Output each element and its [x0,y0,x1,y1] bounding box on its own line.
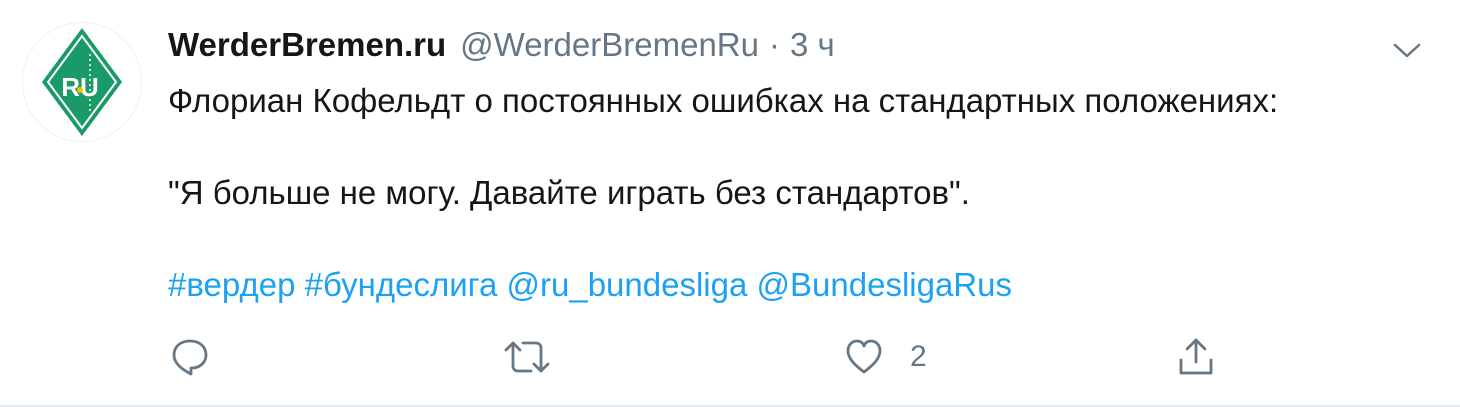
avatar-logo: RU [42,28,122,136]
tweet-actions: 2 [168,334,1228,380]
timestamp[interactable]: 3 ч [790,22,835,68]
hashtag-link[interactable]: #бундеслига [305,266,498,303]
reply-button[interactable] [170,334,210,380]
retweet-button[interactable] [504,334,550,380]
mention-link[interactable]: @ru_bundesliga [507,266,748,303]
display-name[interactable]: WerderBremen.ru [168,22,446,68]
like-count: 2 [910,340,927,373]
retweet-icon [504,341,550,373]
mention-link[interactable]: @BundesligaRus [757,266,1012,303]
tweet-text-line: Флориан Кофельдт о постоянных ошибках на… [168,82,1279,119]
reply-icon [172,339,208,376]
tweet-text-line: "Я больше не могу. Давайте играть без ст… [168,174,970,211]
tweet-text: Флориан Кофельдт о постоянных ошибках на… [168,78,1430,262]
chevron-down-icon [1393,43,1421,58]
hashtag-link[interactable]: #вердер [168,266,295,303]
separator-dot: · [768,26,780,63]
tweet-card[interactable]: RU WerderBremen.ru @WerderBremenRu · 3 ч… [0,0,1460,407]
tweet-content: WerderBremen.ru @WerderBremenRu · 3 ч Фл… [168,22,1430,308]
tweet-tags: #вердер #бундеслига @ru_bundesliga @Bund… [168,262,1430,308]
share-icon [1179,338,1213,375]
heart-icon [846,339,882,374]
share-button[interactable] [1176,334,1216,380]
avatar[interactable]: RU [22,22,142,142]
tweet-header: WerderBremen.ru @WerderBremenRu · 3 ч [168,22,1430,68]
user-handle[interactable]: @WerderBremenRu [460,22,759,68]
like-button[interactable]: 2 [844,334,927,380]
more-options-button[interactable] [1384,28,1430,74]
